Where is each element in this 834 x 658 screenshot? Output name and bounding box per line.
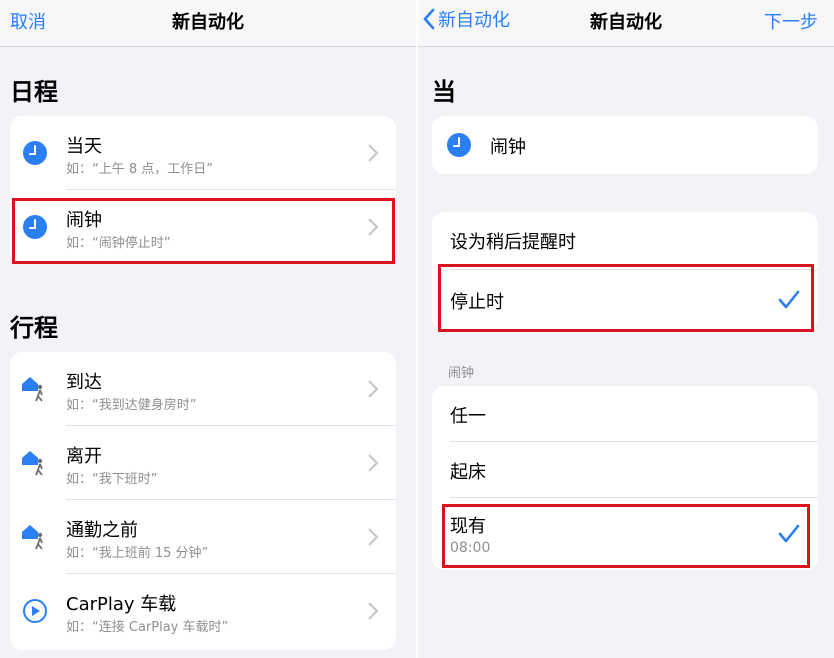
travel-item-subtitle: 如：“我到达健身房时” <box>66 398 197 413</box>
chevron-right-icon <box>368 454 378 472</box>
schedule-item-title: 当天 <box>66 136 102 157</box>
travel-item-commute[interactable]: 通勤之前 如：“我上班前 15 分钟” <box>10 500 396 574</box>
right-navbar: 新自动化 新自动化 下一步 <box>418 0 834 47</box>
clock-icon <box>23 141 47 165</box>
chevron-right-icon <box>368 528 378 546</box>
home-person-icon <box>22 377 43 402</box>
when-header: 当 <box>432 78 456 106</box>
chevron-right-icon <box>368 380 378 398</box>
schedule-item-day[interactable]: 当天 如：“上午 8 点，工作日” <box>10 116 396 190</box>
travel-item-title: 通勤之前 <box>66 520 138 541</box>
alarm-group-label: 闹钟 <box>448 366 475 381</box>
alarm-option-wakeup[interactable]: 起床 <box>432 442 818 498</box>
right-pane: 新自动化 新自动化 下一步 当 闹钟 设为稍后提醒时 停止时 闹钟 任一 起床 <box>418 0 834 658</box>
travel-item-leave[interactable]: 离开 如：“我下班时” <box>10 426 396 500</box>
highlight-box-existing <box>442 504 810 568</box>
schedule-item-subtitle: 如：“上午 8 点，工作日” <box>66 162 214 177</box>
schedule-header: 日程 <box>10 78 58 106</box>
travel-item-carplay[interactable]: CarPlay 车载 如：“连接 CarPlay 车载时” <box>10 574 396 648</box>
highlight-box-stop <box>438 264 814 332</box>
chevron-right-icon <box>368 144 378 162</box>
travel-item-arrive[interactable]: 到达 如：“我到达健身房时” <box>10 352 396 426</box>
travel-item-title: 到达 <box>66 372 102 393</box>
travel-item-subtitle: 如：“连接 CarPlay 车载时” <box>66 620 229 635</box>
carplay-icon <box>23 599 47 623</box>
option-label: 起床 <box>450 462 486 483</box>
clock-icon <box>447 133 471 157</box>
option-snooze[interactable]: 设为稍后提醒时 <box>432 212 818 270</box>
travel-card: 到达 如：“我到达健身房时” 离开 如：“我下班时” 通勤之前 如：“我上班前 <box>10 352 396 650</box>
option-label: 设为稍后提醒时 <box>450 232 576 253</box>
home-person-icon <box>22 451 43 476</box>
alarm-option-any[interactable]: 任一 <box>432 386 818 442</box>
travel-item-title: CarPlay 车载 <box>66 594 177 615</box>
left-navbar: 取消 新自动化 <box>0 0 416 47</box>
travel-item-subtitle: 如：“我上班前 15 分钟” <box>66 546 209 561</box>
chevron-right-icon <box>368 602 378 620</box>
when-card[interactable]: 闹钟 <box>432 116 818 174</box>
left-nav-title: 新自动化 <box>172 12 244 33</box>
home-person-icon <box>22 525 43 550</box>
option-label: 任一 <box>450 406 486 427</box>
travel-item-subtitle: 如：“我下班时” <box>66 472 158 487</box>
highlight-box-alarm <box>12 198 395 264</box>
next-button[interactable]: 下一步 <box>764 8 818 34</box>
when-item-label: 闹钟 <box>490 137 526 158</box>
travel-header: 行程 <box>10 314 58 342</box>
travel-item-title: 离开 <box>66 446 102 467</box>
left-pane: 取消 新自动化 日程 当天 如：“上午 8 点，工作日” 闹钟 如：“闹钟停止时… <box>0 0 416 658</box>
